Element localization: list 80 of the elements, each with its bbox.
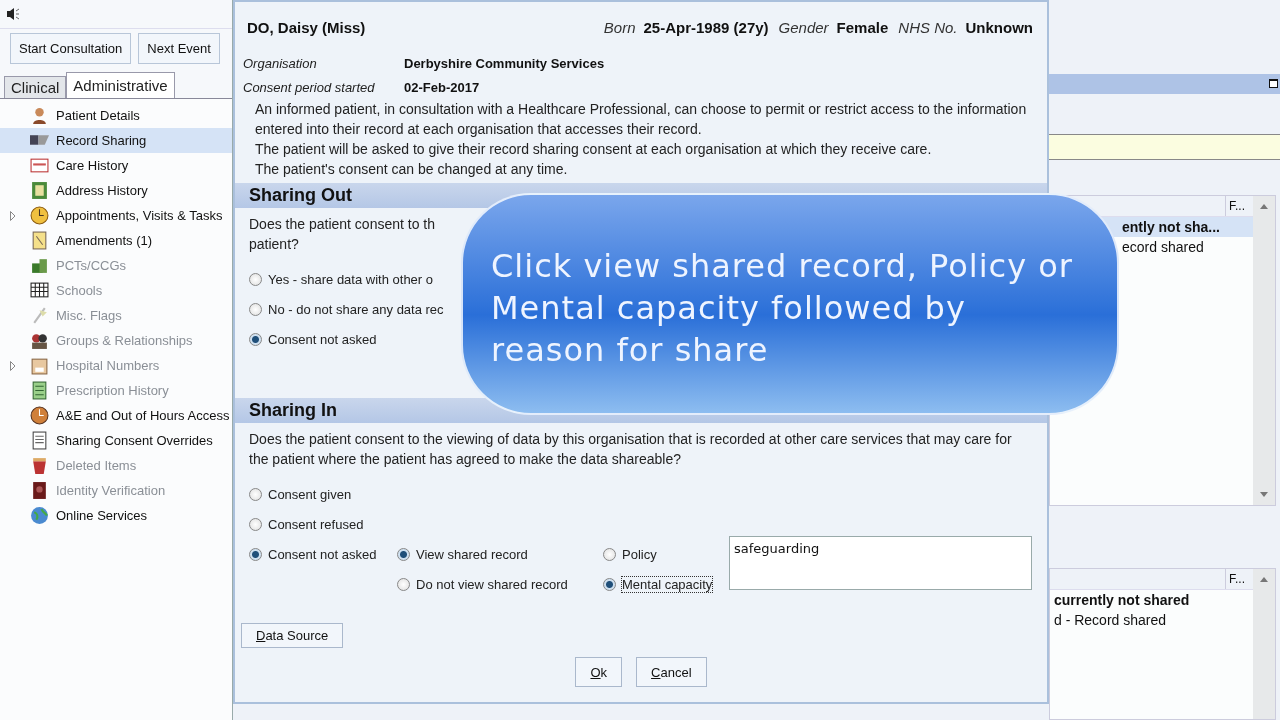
callout-text: Click view shared record, Policy or Mental capacity followed by reason for share <box>491 246 1074 371</box>
radio-option[interactable]: Policy <box>603 539 729 569</box>
tree-item[interactable]: A&E and Out of Hours Access <box>0 403 232 428</box>
toolbar-button[interactable]: Next Event <box>138 33 220 64</box>
consent-date: 02-Feb-2017 <box>404 80 481 95</box>
tree-item[interactable]: Address History <box>0 178 232 203</box>
ok-button[interactable]: Ok <box>575 657 623 687</box>
birth-date: 25-Apr-1989 (27y) <box>643 19 769 36</box>
scrollbar[interactable] <box>1253 195 1275 506</box>
radio-option[interactable]: Mental capacity <box>603 569 729 599</box>
tree-item[interactable]: Record Sharing <box>0 128 232 153</box>
radio-option[interactable]: Consent not asked <box>249 539 397 569</box>
document-icon <box>30 431 49 450</box>
list-row[interactable]: d - Record shared <box>1050 610 1253 631</box>
bin-icon <box>30 456 49 475</box>
info-text: The patient will be asked to give their record sharing consent at each organisation at which they receive care. <box>255 140 933 159</box>
note-icon <box>30 231 49 250</box>
question-text: patient? <box>249 235 299 254</box>
born-label: Born <box>603 19 636 36</box>
radio-button[interactable] <box>249 517 262 531</box>
maximize-icon[interactable] <box>1269 79 1278 89</box>
person-icon <box>30 106 49 125</box>
clock-icon <box>30 406 49 425</box>
speaker-icon[interactable] <box>6 7 20 21</box>
passport-icon <box>30 481 49 500</box>
people-icon <box>30 331 49 350</box>
cancel-button[interactable]: Cancel <box>636 657 707 687</box>
nhs-label: NHS No. <box>898 19 958 36</box>
card-icon <box>30 156 49 175</box>
toolbar-button[interactable]: Start Consultation <box>10 33 132 64</box>
radio-button[interactable] <box>397 577 410 591</box>
data-source-button[interactable]: Data Source <box>241 623 344 648</box>
scroll-up-icon[interactable] <box>1260 577 1268 583</box>
radio-button[interactable] <box>249 547 262 561</box>
scroll-up-icon[interactable] <box>1260 203 1268 209</box>
list-icon <box>30 381 49 400</box>
radio-option[interactable]: Consent given <box>249 479 397 509</box>
tree-item[interactable]: Amendments (1) <box>0 228 232 253</box>
list-row[interactable]: currently not shared <box>1050 590 1253 611</box>
radio-button[interactable] <box>249 272 262 286</box>
tree-item[interactable]: Online Services <box>0 503 232 528</box>
radio-button[interactable] <box>249 332 262 346</box>
radio-button[interactable] <box>249 302 262 316</box>
scrollbar[interactable] <box>1253 569 1275 719</box>
tree-item[interactable]: Sharing Consent Overrides <box>0 428 232 453</box>
question-text: Does the patient consent to th <box>249 215 435 234</box>
tree-item[interactable]: Care History <box>0 153 232 178</box>
radio-button[interactable] <box>603 577 616 591</box>
radio-option[interactable]: Consent refused <box>249 509 397 539</box>
grid-icon <box>30 281 49 300</box>
tree-item[interactable]: Appointments, Visits & Tasks <box>0 203 232 228</box>
globe-icon <box>30 506 49 525</box>
radio-option[interactable]: Consent not asked <box>249 324 449 354</box>
organisation-value: Derbyshire Community Services <box>404 56 606 71</box>
organisation-label: Organisation <box>243 56 318 71</box>
tab[interactable]: Administrative <box>66 72 175 98</box>
radio-button[interactable] <box>603 547 616 561</box>
expand-icon[interactable] <box>10 210 16 221</box>
info-text: The patient's consent can be changed at any time. <box>255 160 569 179</box>
badge-icon <box>30 356 49 375</box>
radio-option[interactable]: Do not view shared record <box>397 569 603 599</box>
nhs-value: Unknown <box>965 19 1033 36</box>
info-text: An informed patient, in consultation with a Healthcare Professional, can choose to permit or restrict access to the information entered into their record at each organisation that accesses their record. <box>255 100 1028 139</box>
radio-button[interactable] <box>249 487 262 501</box>
gender-value: Female <box>836 19 889 36</box>
radio-option[interactable]: View shared record <box>397 539 603 569</box>
gender-label: Gender <box>778 19 829 36</box>
reason-field[interactable]: safeguarding <box>729 536 1032 590</box>
question-text: Does the patient consent to the viewing of data by this organisation that is recorded at other care services that may care for the patient where the patient has agreed to make the data shareable? <box>249 430 1013 469</box>
radio-option[interactable]: Yes - share data with other o <box>249 264 449 294</box>
tab[interactable]: Clinical <box>4 76 67 98</box>
tree-item[interactable]: Patient Details <box>0 103 232 128</box>
building-icon <box>30 256 49 275</box>
radio-button[interactable] <box>397 547 410 561</box>
patient-name: DO, Daisy (Miss) <box>247 19 367 36</box>
scroll-down-icon[interactable] <box>1260 492 1268 498</box>
radio-option[interactable]: No - do not share any data rec <box>249 294 449 324</box>
clock-icon <box>30 206 49 225</box>
map-icon <box>30 181 49 200</box>
consent-label: Consent period started <box>243 80 376 95</box>
